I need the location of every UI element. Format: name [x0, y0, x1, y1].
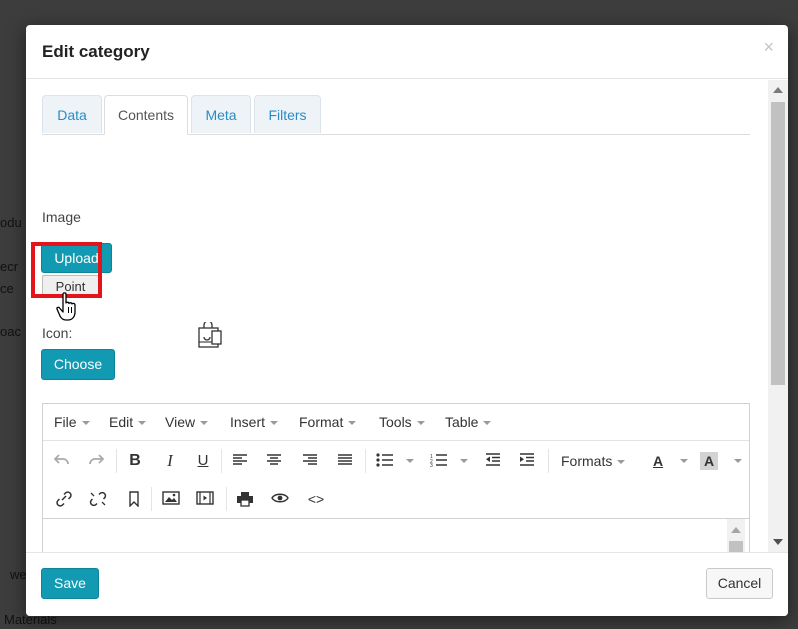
redo-icon[interactable] [87, 450, 105, 472]
menu-file[interactable]: File [54, 414, 90, 430]
underline-icon[interactable]: U [194, 450, 212, 472]
background-text: oac [0, 324, 21, 339]
caret-down-icon [617, 460, 626, 465]
menu-edit[interactable]: Edit [109, 414, 147, 430]
close-icon[interactable]: × [763, 37, 774, 58]
editor-menubar: File Edit View Insert Format Tools Table [43, 404, 749, 441]
link-icon[interactable] [55, 488, 73, 510]
bold-icon[interactable]: B [126, 450, 144, 472]
undo-icon[interactable] [53, 450, 71, 472]
scroll-up-icon[interactable] [773, 87, 783, 93]
hand-cursor-icon [56, 292, 78, 325]
editor-toolbar-row-1: B I U 1 2 3 Formats A A [43, 442, 749, 480]
toolbar-separator [226, 487, 227, 511]
outdent-icon[interactable] [484, 450, 502, 472]
svg-text:3: 3 [430, 463, 433, 467]
bullet-list-caret-icon[interactable] [398, 450, 416, 472]
editor-content-area[interactable] [43, 518, 749, 552]
editor-toolbar-row-2: <> [43, 480, 749, 518]
image-label: Image [42, 209, 81, 225]
unlink-icon[interactable] [89, 488, 107, 510]
modal-scroll-thumb[interactable] [771, 102, 785, 385]
tab-bar: Data Contents Meta Filters [42, 95, 750, 135]
save-button[interactable]: Save [41, 568, 99, 599]
background-color-caret-icon[interactable] [726, 450, 744, 472]
bullet-list-icon[interactable] [376, 450, 394, 472]
modal-footer: Save Cancel [26, 552, 788, 616]
menu-view[interactable]: View [165, 414, 209, 430]
toolbar-separator [548, 449, 549, 473]
rich-text-editor: File Edit View Insert Format Tools Table… [42, 403, 750, 552]
caret-down-icon [270, 421, 279, 426]
align-right-icon[interactable] [301, 450, 319, 472]
modal-body: Data Contents Meta Filters Image Upload … [26, 80, 768, 552]
menu-table[interactable]: Table [445, 414, 492, 430]
source-code-icon[interactable]: <> [307, 488, 325, 510]
editor-scrollbar[interactable] [727, 519, 745, 552]
numbered-list-icon[interactable]: 123 [430, 450, 448, 472]
numbered-list-caret-icon[interactable] [452, 450, 470, 472]
align-center-icon[interactable] [265, 450, 283, 472]
media-icon[interactable] [196, 488, 214, 510]
formats-dropdown[interactable]: Formats [561, 450, 626, 472]
align-justify-icon[interactable] [336, 450, 354, 472]
toolbar-separator [116, 449, 117, 473]
shopping-bag-icon [196, 320, 224, 353]
edit-category-modal: Edit category × Data Contents Meta Filte… [26, 25, 788, 616]
menu-format[interactable]: Format [299, 414, 357, 430]
background-text: ce [0, 281, 14, 296]
menu-insert[interactable]: Insert [230, 414, 279, 430]
choose-icon-button[interactable]: Choose [41, 349, 115, 380]
italic-icon[interactable]: I [161, 450, 179, 472]
caret-down-icon [483, 421, 492, 426]
modal-header: Edit category × [26, 25, 788, 79]
cancel-button[interactable]: Cancel [706, 568, 773, 599]
caret-down-icon [138, 421, 147, 426]
tab-filters[interactable]: Filters [254, 95, 321, 133]
bookmark-icon[interactable] [125, 488, 143, 510]
background-text: we [10, 567, 27, 582]
menu-tools[interactable]: Tools [379, 414, 425, 430]
tab-meta[interactable]: Meta [191, 95, 251, 133]
text-color-caret-icon[interactable] [672, 450, 690, 472]
editor-scroll-thumb[interactable] [729, 541, 743, 552]
background-color-icon[interactable]: A [700, 452, 718, 470]
background-text: ecr [0, 259, 19, 274]
scroll-up-icon[interactable] [731, 527, 741, 533]
indent-icon[interactable] [518, 450, 536, 472]
scroll-down-icon[interactable] [773, 539, 783, 545]
toolbar-separator [151, 487, 152, 511]
background-text: odu [0, 215, 22, 230]
toolbar-separator [221, 449, 222, 473]
align-left-icon[interactable] [231, 450, 249, 472]
highlight-box [31, 242, 102, 298]
preview-eye-icon[interactable] [271, 488, 289, 510]
caret-down-icon [348, 421, 357, 426]
toolbar-separator [365, 449, 366, 473]
caret-down-icon [81, 421, 90, 426]
modal-title: Edit category [42, 42, 150, 61]
tab-data[interactable]: Data [42, 95, 102, 133]
text-color-icon[interactable]: A [649, 450, 667, 472]
modal-scrollbar[interactable] [768, 80, 788, 552]
print-icon[interactable] [236, 488, 254, 510]
icon-label: Icon: [42, 325, 73, 341]
tab-contents[interactable]: Contents [104, 95, 188, 135]
caret-down-icon [200, 421, 209, 426]
caret-down-icon [416, 421, 425, 426]
image-icon[interactable] [162, 488, 180, 510]
